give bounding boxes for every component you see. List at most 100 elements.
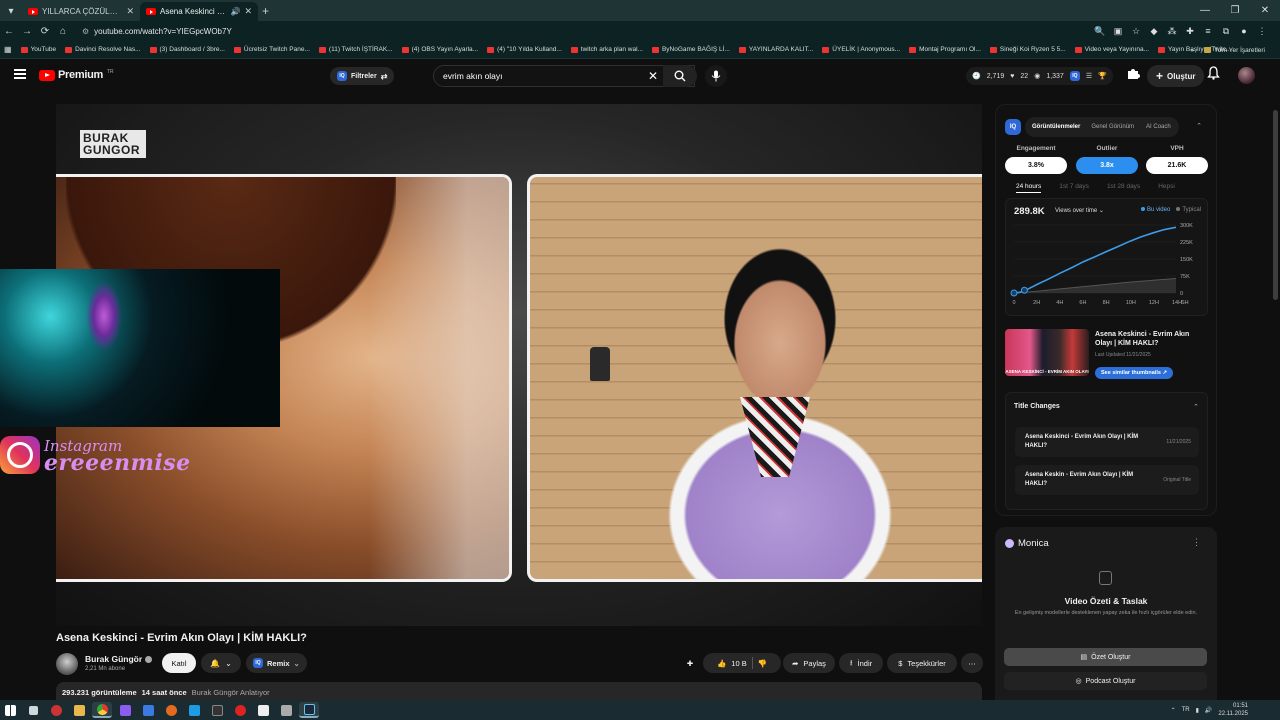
app-icon-opera[interactable]: [230, 702, 250, 718]
bookmark-item[interactable]: ByNoGame BAĞIŞ Lİ...: [651, 46, 730, 53]
extension-puzzle-icon[interactable]: ✚: [680, 653, 700, 673]
see-similar-thumbnails-button[interactable]: See similar thumbnails ↗: [1095, 367, 1174, 379]
bookmark-item[interactable]: Ücretsiz Twitch Pane...: [233, 46, 310, 53]
more-options-icon[interactable]: ⋮: [1192, 537, 1201, 548]
channel-avatar[interactable]: [56, 653, 78, 675]
bookmark-item[interactable]: Davinci Resolve Nas...: [65, 46, 141, 53]
profile-icon[interactable]: ●: [1238, 25, 1250, 37]
tab-search-icon[interactable]: ▾: [2, 2, 20, 20]
tab-overview[interactable]: Genel Görünüm: [1087, 124, 1138, 130]
bookmark-star-icon[interactable]: ☆: [1130, 25, 1142, 37]
extension-diamond-icon[interactable]: ◆: [1148, 25, 1160, 37]
bookmark-item[interactable]: Sineği Koi Ryzen 5 5...: [989, 46, 1066, 53]
notifications-bell-icon[interactable]: [1207, 66, 1220, 80]
video-thumbnail[interactable]: ASENA KESKİNCİ - EVRİM AKIN OLAYI: [1005, 329, 1089, 376]
steam-icon[interactable]: [299, 702, 319, 718]
page-scrollbar[interactable]: [1271, 60, 1280, 700]
tab-ai-coach[interactable]: AI Coach: [1142, 124, 1175, 130]
list-icon[interactable]: ☰: [1086, 72, 1092, 80]
chart-metric-dropdown[interactable]: Views over time ⌄: [1055, 207, 1104, 214]
bookmark-item[interactable]: Montaj Programı Ol...: [909, 46, 981, 53]
extension-grid-icon[interactable]: ⁂: [1166, 25, 1178, 37]
close-window-icon[interactable]: ✕: [1250, 0, 1280, 21]
thanks-button[interactable]: $ Teşekkürler: [887, 653, 957, 673]
close-tab-icon[interactable]: ✕: [244, 6, 252, 17]
task-view-icon[interactable]: [23, 702, 43, 718]
bookmark-item[interactable]: Video veya Yayınına...: [1074, 46, 1149, 53]
download-button[interactable]: ⭳ İndir: [839, 653, 883, 673]
maximize-icon[interactable]: ❐: [1220, 0, 1250, 21]
range-all[interactable]: Hepsi: [1158, 183, 1175, 193]
browser-tab-active[interactable]: Asena Keskinci - Evrim Akı 🔊 ✕: [140, 2, 258, 21]
channel-name-row[interactable]: Burak Güngör: [85, 654, 153, 664]
browser-menu-icon[interactable]: ⋮: [1256, 25, 1268, 37]
bookmark-item[interactable]: (3) Dashboard / 3bre...: [149, 46, 225, 53]
search-button[interactable]: [663, 65, 697, 87]
trophy-icon[interactable]: 🏆: [1098, 72, 1107, 80]
thumbs-up-icon[interactable]: 👍: [717, 659, 726, 668]
app-icon-white[interactable]: [253, 702, 273, 718]
app-icon-dark[interactable]: [207, 702, 227, 718]
chrome-icon[interactable]: [92, 702, 112, 718]
close-tab-icon[interactable]: ✕: [126, 6, 134, 17]
bookmarks-overflow-button[interactable]: »: [1190, 47, 1194, 54]
forward-icon[interactable]: →: [18, 26, 36, 37]
menu-icon[interactable]: [14, 69, 26, 79]
zoom-icon[interactable]: 🔍: [1094, 25, 1106, 37]
more-actions-icon[interactable]: ⋯: [961, 653, 983, 673]
language-indicator[interactable]: TR: [1182, 707, 1190, 713]
all-bookmarks-folder[interactable]: Tüm Yer İşaretleri: [1204, 47, 1265, 54]
share-button[interactable]: ➦ Paylaş: [783, 653, 835, 673]
create-podcast-button[interactable]: ◎ Podcast Oluştur: [1004, 672, 1207, 690]
range-24h[interactable]: 24 hours: [1016, 183, 1042, 193]
bookmark-item[interactable]: YAYINLARDA KALIT...: [738, 46, 813, 53]
clock[interactable]: 01:51 22.11.2025: [1218, 702, 1248, 718]
app-icon-grey[interactable]: [276, 702, 296, 718]
bookmark-item[interactable]: (11) Twitch İŞTİRAK...: [318, 46, 393, 53]
join-button[interactable]: Katıl: [162, 653, 196, 673]
bookmark-item[interactable]: (4) OBS Yayın Ayarla...: [401, 46, 478, 53]
scrollbar-thumb[interactable]: [1273, 110, 1278, 300]
browser-tab[interactable]: YILLARCA ÇÖZÜLEMEYEN ÇİFT ✕: [22, 2, 140, 21]
search-input[interactable]: evrim akın olayı ✕: [433, 65, 695, 87]
range-28d[interactable]: 1st 28 days: [1107, 183, 1140, 193]
tray-chevron-icon[interactable]: ⌃: [1171, 707, 1176, 714]
volume-icon[interactable]: 🔊: [1205, 707, 1212, 714]
create-button[interactable]: + Oluştur: [1147, 65, 1205, 87]
range-7d[interactable]: 1st 7 days: [1059, 183, 1089, 193]
url-field[interactable]: ⚙ youtube.com/watch?v=YIEGpcWOb7Y: [76, 23, 1086, 39]
description-box[interactable]: 293.231 görüntüleme 14 saat önce Burak Gün…: [56, 682, 982, 702]
windows-start-icon[interactable]: [0, 702, 20, 718]
app-icon-purple[interactable]: [115, 702, 135, 718]
bookmark-item[interactable]: YouTube: [20, 46, 56, 53]
app-icon-blue[interactable]: [138, 702, 158, 718]
channel-name[interactable]: Burak Güngör: [85, 654, 142, 664]
cast-icon[interactable]: ▣: [1112, 25, 1124, 37]
extension-menu-icon[interactable]: ≡: [1202, 25, 1214, 37]
app-icon-orange[interactable]: [161, 702, 181, 718]
back-icon[interactable]: ←: [0, 26, 18, 37]
app-icon-cyan[interactable]: [184, 702, 204, 718]
speaker-icon[interactable]: 🔊: [230, 7, 240, 16]
bookmark-item[interactable]: (4) "10 Yılda Kulland...: [487, 46, 562, 53]
collapse-icon[interactable]: ⌃: [1196, 122, 1202, 130]
extensions-icon[interactable]: ⧉: [1220, 25, 1232, 37]
create-summary-button[interactable]: ▤ Özet Oluştur: [1004, 648, 1207, 666]
iq-icon[interactable]: IQ: [1069, 71, 1080, 81]
subscription-bell-button[interactable]: 🔔 ⌄: [201, 653, 241, 673]
bookmark-item[interactable]: ÜYELİK | Anonymous...: [822, 46, 900, 53]
voice-search-button[interactable]: [705, 65, 727, 87]
home-icon[interactable]: ⌂: [54, 26, 72, 37]
reload-icon[interactable]: ⟳: [36, 26, 54, 37]
minimize-icon[interactable]: —: [1190, 0, 1220, 21]
extension-puzzle-icon[interactable]: [1126, 66, 1140, 80]
thumbs-down-icon[interactable]: 👎: [758, 659, 767, 668]
app-icon-red[interactable]: [46, 702, 66, 718]
tab-views[interactable]: Görüntülenmeler: [1029, 124, 1083, 130]
bookmark-item[interactable]: twitch arka plan wal...: [570, 46, 643, 53]
new-tab-icon[interactable]: +: [262, 4, 269, 18]
site-info-icon[interactable]: ⚙: [82, 27, 89, 36]
extension-puzzle-icon[interactable]: ✚: [1184, 25, 1196, 37]
network-icon[interactable]: ▮: [1196, 707, 1199, 714]
filters-button[interactable]: IQ Filtreler ⇄: [330, 67, 395, 85]
